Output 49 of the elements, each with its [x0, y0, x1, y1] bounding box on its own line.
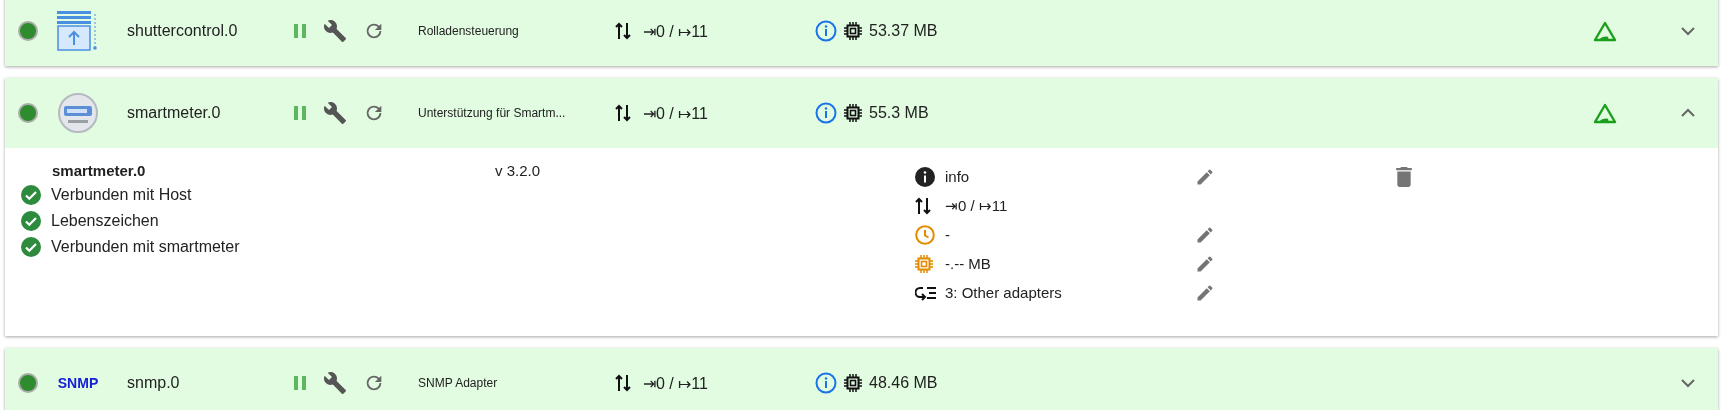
instance-name: smartmeter.0: [127, 104, 222, 122]
property-value: ⇥0 / ↦11: [945, 196, 1009, 215]
memory-usage: 48.46 MB: [869, 374, 938, 392]
meter-icon: [57, 92, 99, 134]
events-icon: [915, 195, 931, 216]
version-text: v 3.2.0: [495, 162, 541, 179]
chip-icon: [844, 104, 862, 122]
clock-icon: [915, 224, 935, 245]
info-icon[interactable]: [815, 372, 837, 394]
adapter-description: Rolladensteuerung: [418, 24, 520, 38]
events-icon: [615, 21, 631, 41]
info-icon[interactable]: [815, 20, 837, 42]
info-icon[interactable]: [815, 102, 837, 124]
instance-name: snmp.0: [127, 374, 181, 392]
wrench-icon[interactable]: [323, 371, 347, 395]
events-count: ⇥0 / ↦11: [643, 103, 708, 123]
delete-icon[interactable]: [1395, 166, 1413, 187]
property-value: info: [945, 168, 971, 185]
instance-name: shuttercontrol.0: [127, 22, 239, 40]
expand-icon[interactable]: [1680, 378, 1696, 388]
status-text: Verbunden mit smartmeter: [51, 238, 240, 256]
adapter-logo: SNMP: [57, 375, 99, 391]
collapse-icon[interactable]: [1680, 108, 1696, 118]
events-icon: [615, 373, 631, 393]
info-icon: [915, 166, 935, 187]
property-value: -.-- MB: [945, 255, 992, 272]
chip-icon: [915, 254, 933, 273]
edit-icon[interactable]: [1195, 166, 1215, 187]
property-value: 3: Other adapters: [945, 284, 1063, 301]
wrench-icon[interactable]: [323, 19, 347, 43]
events-icon: [615, 103, 631, 123]
instance-title: smartmeter.0: [52, 162, 147, 179]
expand-icon[interactable]: [1680, 26, 1696, 36]
wrench-icon[interactable]: [323, 101, 347, 125]
edit-icon[interactable]: [1195, 282, 1215, 303]
events-count: ⇥0 / ↦11: [643, 21, 708, 41]
memory-usage: 55.3 MB: [869, 104, 929, 122]
edit-icon[interactable]: [1195, 253, 1215, 274]
edit-icon[interactable]: [1195, 224, 1215, 245]
chip-icon: [844, 22, 862, 40]
adapter-description: Unterstützung für Smartm...: [418, 106, 567, 120]
adapter-description: SNMP Adapter: [418, 376, 499, 390]
chip-icon: [844, 374, 862, 392]
memory-usage: 53.37 MB: [869, 22, 938, 40]
status-text: Lebenszeichen: [51, 212, 159, 230]
property-value: -: [945, 226, 951, 243]
group-icon: [915, 284, 937, 301]
status-text: Verbunden mit Host: [51, 186, 192, 204]
events-count: ⇥0 / ↦11: [643, 373, 708, 393]
